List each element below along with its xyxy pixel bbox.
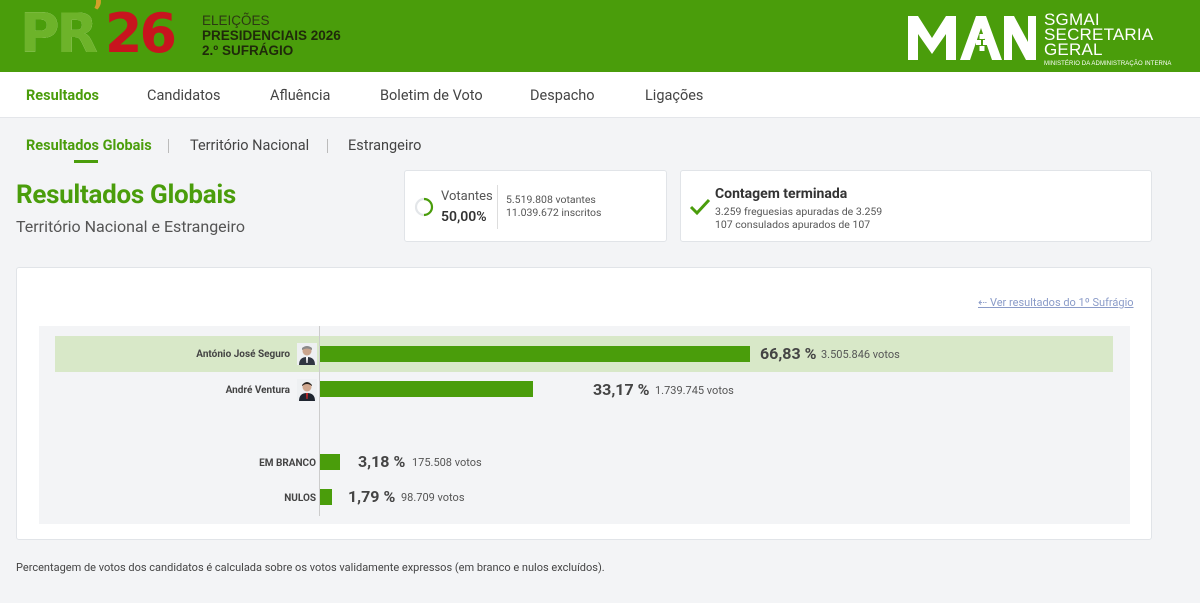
votantes-count: 5.519.808 votantes (506, 193, 596, 206)
candidate-name: António José Seguro (196, 349, 290, 360)
tab-resultados-globais[interactable]: Resultados Globais (26, 137, 152, 154)
logo-pr-text: PR (20, 2, 98, 65)
contagem-stats: 3.259 freguesias apuradas de 3.259 107 c… (715, 205, 882, 231)
tab-divider (327, 139, 328, 153)
votantes-stats: 5.519.808 votantes 11.039.672 inscritos (506, 193, 601, 219)
pr26-logo[interactable]: PR ’ 26 (20, 0, 177, 65)
election-line3: 2.º SUFRÁGIO (202, 43, 294, 58)
consulados-count: 107 consulados apurados de 107 (715, 218, 871, 231)
nav-boletim-de-voto[interactable]: Boletim de Voto (380, 87, 483, 104)
first-round-results-link[interactable]: ⇠ Ver resultados do 1º Sufrágio (978, 296, 1134, 309)
result-bar (320, 489, 332, 505)
blank-votes-label: EM BRANCO (259, 458, 316, 469)
blank-percentage: 3,18 % (358, 452, 406, 471)
page-title: Resultados Globais (16, 180, 236, 210)
org-line4: MINISTÉRIO DA ADMINISTRAÇÃO INTERNA (1044, 61, 1172, 67)
first-round-link-label: Ver resultados do 1º Sufrágio (989, 296, 1134, 309)
null-percentage: 1,79 % (348, 487, 396, 506)
votantes-label: Votantes (441, 189, 493, 204)
election-title: ELEIÇÕES PRESIDENCIAIS 2026 2.º SUFRÁGIO (202, 13, 341, 58)
blank-votes: 175.508 votos (412, 456, 482, 469)
card-divider (497, 185, 498, 229)
candidate-photo-ventura (297, 379, 317, 401)
election-line2: PRESIDENCIAIS 2026 (202, 28, 341, 43)
arrow-left-icon: ⇠ (978, 296, 990, 309)
freguesias-count: 3.259 freguesias apuradas de 3.259 (715, 205, 883, 218)
tab-estrangeiro[interactable]: Estrangeiro (348, 137, 421, 154)
tab-divider (168, 139, 169, 153)
logo-apostrophe: ’ (93, 0, 103, 39)
nav-ligacoes[interactable]: Ligações (645, 87, 703, 104)
contagem-card: Contagem terminada 3.259 freguesias apur… (680, 170, 1152, 242)
nav-resultados[interactable]: Resultados (26, 87, 99, 104)
tab-territorio-nacional[interactable]: Território Nacional (190, 137, 309, 154)
footnote: Percentagem de votos dos candidatos é ca… (16, 561, 605, 574)
candidate-votes: 1.739.745 votos (655, 384, 734, 397)
inscritos-count: 11.039.672 inscritos (506, 206, 602, 219)
mai-logo-icon[interactable] (906, 12, 1038, 62)
votantes-card: Votantes 50,00% 5.519.808 votantes 11.03… (404, 170, 667, 242)
result-bar (320, 346, 750, 362)
null-votes: 98.709 votos (401, 491, 465, 504)
sgmai-wordmark: SGMAI SECRETARIA GERAL MINISTÉRIO DA ADM… (1044, 11, 1172, 67)
check-icon (689, 198, 711, 216)
nav-candidatos[interactable]: Candidatos (147, 87, 220, 104)
candidate-percentage: 66,83 % (760, 344, 817, 363)
org-line3: GERAL (1044, 40, 1103, 59)
active-tab-indicator (74, 160, 98, 163)
candidate-votes: 3.505.846 votos (821, 348, 900, 361)
nav-despacho[interactable]: Despacho (530, 87, 595, 104)
election-line1: ELEIÇÕES (202, 13, 270, 28)
candidate-name: André Ventura (225, 385, 290, 396)
site-header: PR ’ 26 ELEIÇÕES PRESIDENCIAIS 2026 2.º … (0, 0, 1200, 72)
votantes-percentage: 50,00% (441, 209, 487, 225)
turnout-ring-icon (414, 197, 434, 217)
main-nav: Resultados Candidatos Afluência Boletim … (0, 72, 1200, 118)
page-subtitle: Território Nacional e Estrangeiro (16, 217, 245, 236)
candidate-photo-seguro (297, 343, 317, 365)
contagem-title: Contagem terminada (715, 186, 848, 202)
logo-number: 26 (104, 2, 177, 65)
candidate-percentage: 33,17 % (593, 380, 650, 399)
null-votes-label: NULOS (284, 493, 316, 504)
result-bar (320, 454, 340, 470)
nav-afluencia[interactable]: Afluência (270, 87, 330, 104)
result-bar (320, 381, 533, 397)
